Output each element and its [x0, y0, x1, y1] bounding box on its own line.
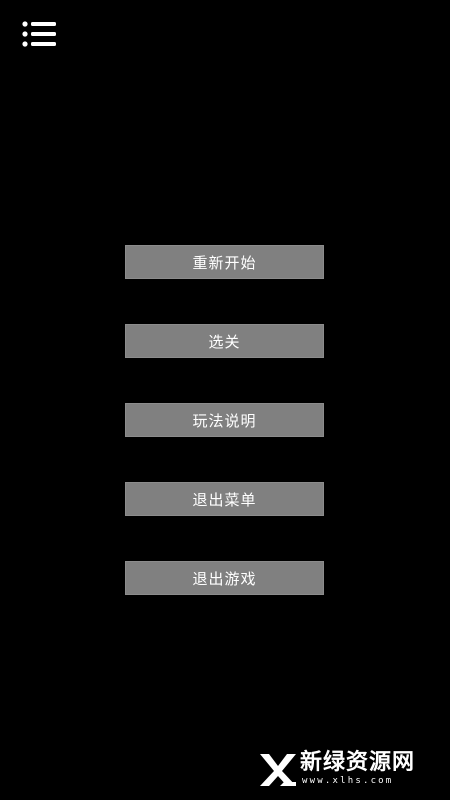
list-menu-icon[interactable]	[22, 21, 56, 47]
pause-menu: 重新开始 选关 玩法说明 退出菜单 退出游戏	[125, 245, 325, 640]
watermark-title: 新绿资源网	[300, 750, 416, 775]
restart-button[interactable]: 重新开始	[125, 245, 324, 279]
exit-game-button[interactable]: 退出游戏	[125, 561, 324, 595]
xl-logo-icon	[260, 754, 296, 786]
game-pause-screen: 重新开始 选关 玩法说明 退出菜单 退出游戏 新绿资源网 www.xlhs.co…	[0, 0, 450, 800]
watermark-url: www.xlhs.com	[302, 776, 394, 786]
site-watermark: 新绿资源网 www.xlhs.com	[258, 750, 438, 790]
level-select-button[interactable]: 选关	[125, 324, 324, 358]
instructions-button[interactable]: 玩法说明	[125, 403, 324, 437]
exit-menu-button[interactable]: 退出菜单	[125, 482, 324, 516]
